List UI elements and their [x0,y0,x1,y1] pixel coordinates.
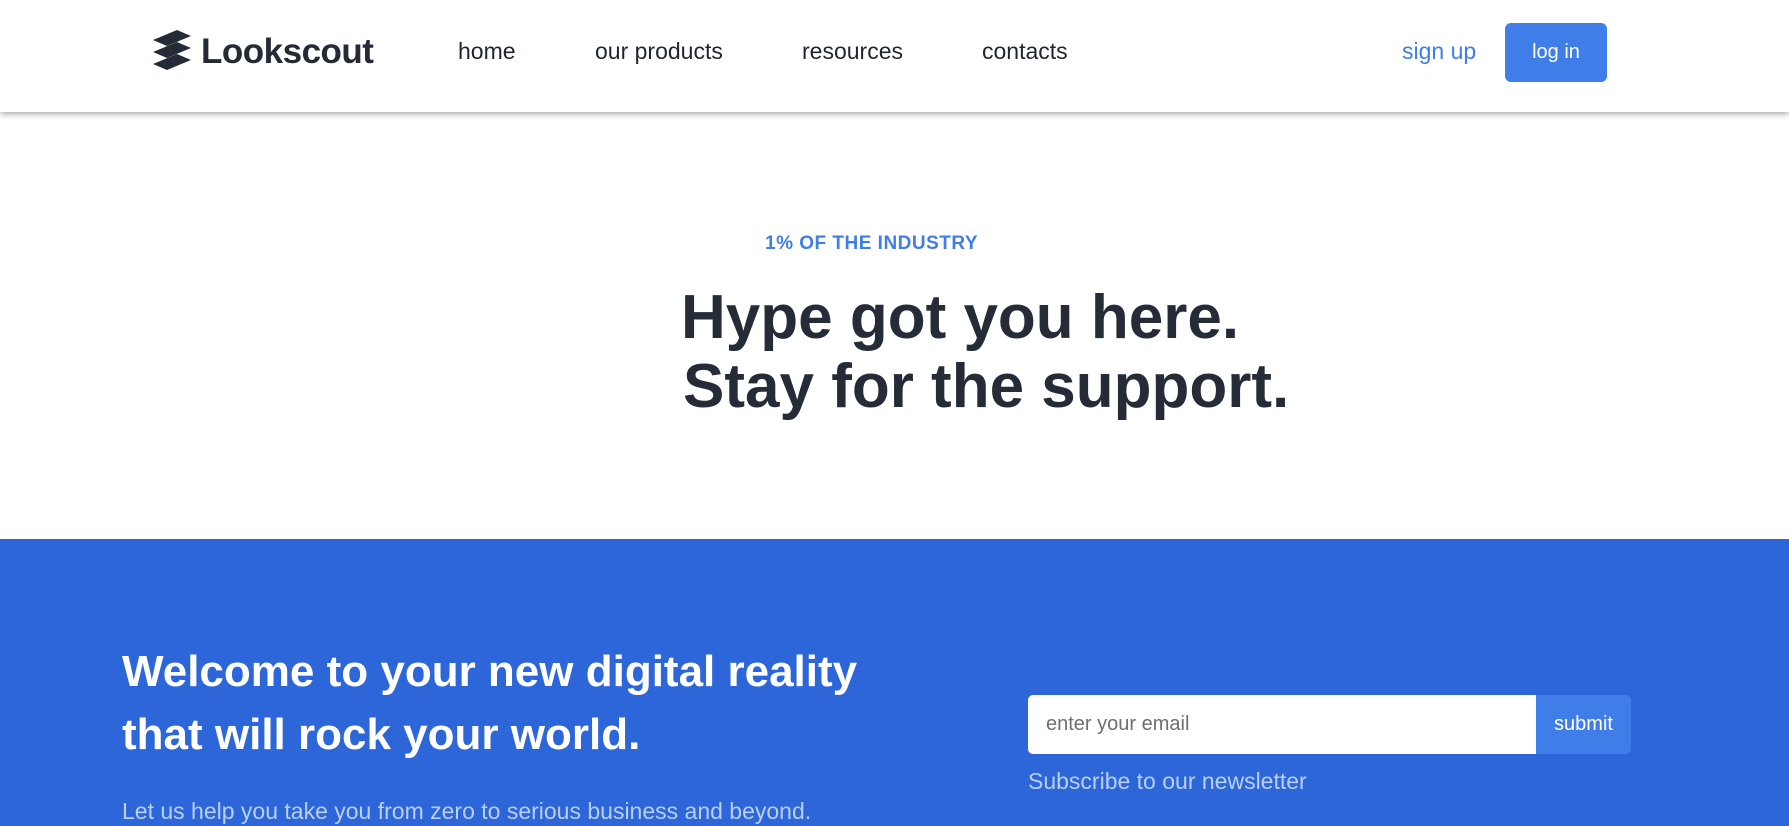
cta-heading: Welcome to your new digital reality that… [122,640,922,766]
nav-resources[interactable]: resources [802,38,903,65]
nav-home[interactable]: home [458,38,516,65]
nav-our-products[interactable]: our products [595,38,723,65]
cta-subtext: Let us help you take you from zero to se… [122,798,812,824]
hero-eyebrow: 1% OF THE INDUSTRY [765,233,979,254]
submit-button[interactable]: submit [1536,695,1631,754]
hero-headline-line-1: Hype got you here. [681,283,1240,352]
log-in-button[interactable]: log in [1505,23,1607,82]
top-navbar: Lookscout home our products resources co… [0,0,1789,112]
cta-heading-line-2: that will rock your world. [122,710,641,759]
email-input[interactable] [1028,695,1536,754]
brand-logo-link[interactable]: Lookscout [153,30,374,74]
cta-heading-line-1: Welcome to your new digital reality [122,647,858,696]
hero-headline-line-2: Stay for the support. [683,352,1290,421]
sign-up-link[interactable]: sign up [1402,38,1476,65]
nav-contacts[interactable]: contacts [982,38,1068,65]
stacked-stripes-logo-icon [153,30,191,74]
newsletter-label: Subscribe to our newsletter [1028,768,1307,794]
brand-name: Lookscout [201,32,374,71]
